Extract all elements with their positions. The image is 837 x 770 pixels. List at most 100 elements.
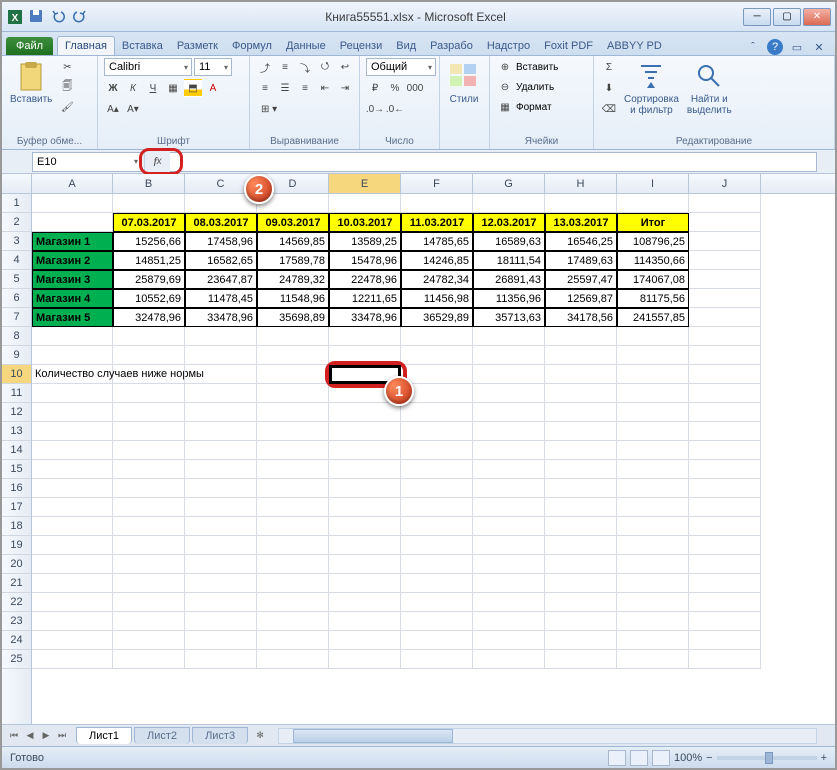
cell-G14[interactable] [473,441,545,460]
cell-H1[interactable] [545,194,617,213]
fill-icon[interactable]: ⬇ [600,79,618,97]
cell-I19[interactable] [617,536,689,555]
cell-B11[interactable] [113,384,185,403]
cell-F5[interactable]: 24782,34 [401,270,473,289]
col-header-A[interactable]: A [32,174,113,193]
row-header-15[interactable]: 15 [2,460,31,479]
cell-G23[interactable] [473,612,545,631]
tab-abbyy[interactable]: ABBYY PD [600,37,669,55]
cell-F24[interactable] [401,631,473,650]
cell-G3[interactable]: 16589,63 [473,232,545,251]
cell-G24[interactable] [473,631,545,650]
cell-B14[interactable] [113,441,185,460]
cell-I17[interactable] [617,498,689,517]
cell-C16[interactable] [185,479,257,498]
cell-F1[interactable] [401,194,473,213]
maximize-button[interactable]: ▢ [773,8,801,26]
sort-button[interactable]: Сортировка и фильтр [622,58,681,118]
cell-C9[interactable] [185,346,257,365]
cell-G11[interactable] [473,384,545,403]
cell-H3[interactable]: 16546,25 [545,232,617,251]
cell-J11[interactable] [689,384,761,403]
cell-E1[interactable] [329,194,401,213]
help-icon[interactable]: ? [767,39,783,55]
cell-G13[interactable] [473,422,545,441]
cell-C11[interactable] [185,384,257,403]
col-header-H[interactable]: H [545,174,617,193]
cell-F4[interactable]: 14246,85 [401,251,473,270]
row-header-2[interactable]: 2 [2,213,31,232]
copy-icon[interactable]: 🗐 [58,78,76,96]
cell-A14[interactable] [32,441,113,460]
cell-I8[interactable] [617,327,689,346]
cell-E16[interactable] [329,479,401,498]
cell-A23[interactable] [32,612,113,631]
col-header-F[interactable]: F [401,174,473,193]
cell-A4[interactable]: Магазин 2 [32,251,113,270]
cell-I2[interactable]: Итог [617,213,689,232]
row-header-3[interactable]: 3 [2,232,31,251]
cell-F18[interactable] [401,517,473,536]
sheet-tab-3[interactable]: Лист3 [192,727,248,744]
cell-E22[interactable] [329,593,401,612]
select-all-corner[interactable] [2,174,32,193]
delete-cell-icon[interactable]: ⊖ [496,78,514,96]
cell-D5[interactable]: 24789,32 [257,270,329,289]
format-label[interactable]: Формат [516,102,552,113]
name-box[interactable]: E10 [32,152,142,172]
cell-D25[interactable] [257,650,329,669]
cell-B25[interactable] [113,650,185,669]
cell-H4[interactable]: 17489,63 [545,251,617,270]
close-button[interactable]: ✕ [803,8,831,26]
cell-C21[interactable] [185,574,257,593]
underline-icon[interactable]: Ч [144,79,162,97]
row-header-4[interactable]: 4 [2,251,31,270]
cell-D10[interactable] [257,365,329,384]
cell-E19[interactable] [329,536,401,555]
cell-I12[interactable] [617,403,689,422]
cell-D9[interactable] [257,346,329,365]
autosum-icon[interactable]: Σ [600,58,618,76]
col-header-I[interactable]: I [617,174,689,193]
cell-I14[interactable] [617,441,689,460]
cell-F21[interactable] [401,574,473,593]
cell-A18[interactable] [32,517,113,536]
cell-I23[interactable] [617,612,689,631]
tab-layout[interactable]: Разметк [170,37,225,55]
currency-icon[interactable]: ₽ [366,79,384,97]
cell-I15[interactable] [617,460,689,479]
cell-A13[interactable] [32,422,113,441]
cell-C18[interactable] [185,517,257,536]
cell-B15[interactable] [113,460,185,479]
cell-F10[interactable] [401,365,473,384]
cell-B2[interactable]: 07.03.2017 [113,213,185,232]
last-sheet-icon[interactable]: ⏭ [54,728,70,744]
row-header-20[interactable]: 20 [2,555,31,574]
col-header-G[interactable]: G [473,174,545,193]
cell-A24[interactable] [32,631,113,650]
cell-F15[interactable] [401,460,473,479]
cell-J16[interactable] [689,479,761,498]
next-sheet-icon[interactable]: ▶ [38,728,54,744]
inc-decimal-icon[interactable]: .0→ [366,100,384,118]
cell-E20[interactable] [329,555,401,574]
cell-B20[interactable] [113,555,185,574]
cell-H7[interactable]: 34178,56 [545,308,617,327]
cell-E23[interactable] [329,612,401,631]
cell-H14[interactable] [545,441,617,460]
cell-F2[interactable]: 11.03.2017 [401,213,473,232]
cell-F23[interactable] [401,612,473,631]
cell-I13[interactable] [617,422,689,441]
align-right-icon[interactable]: ≡ [296,79,314,97]
clear-icon[interactable]: ⌫ [600,100,618,118]
row-header-11[interactable]: 11 [2,384,31,403]
cell-D6[interactable]: 11548,96 [257,289,329,308]
cell-H16[interactable] [545,479,617,498]
zoom-out-icon[interactable]: − [706,752,712,764]
redo-icon[interactable] [72,8,90,26]
cell-G25[interactable] [473,650,545,669]
cell-I9[interactable] [617,346,689,365]
tab-dev[interactable]: Разрабо [423,37,480,55]
cell-B4[interactable]: 14851,25 [113,251,185,270]
cell-E7[interactable]: 33478,96 [329,308,401,327]
